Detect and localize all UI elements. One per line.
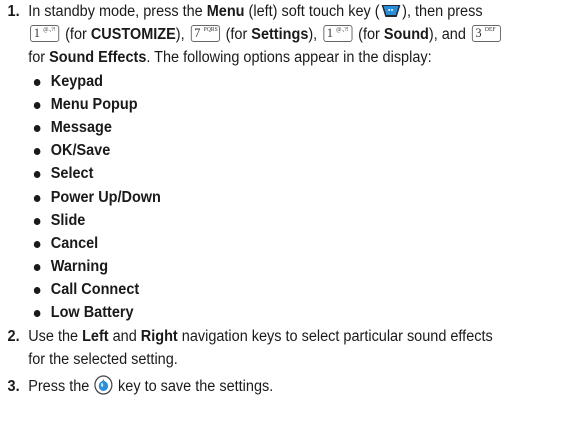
- bullet-icon: [33, 310, 41, 318]
- key-7-icon: 7 PQRS: [190, 25, 220, 43]
- step-2-body: Use the Left and Right navigation keys t…: [28, 325, 569, 371]
- sound-label: Sound: [383, 26, 429, 44]
- bullet-icon: [33, 78, 41, 86]
- left-label: Left: [82, 328, 109, 345]
- step-2-line-2: for the selected setting.: [28, 351, 178, 369]
- list-item: Slide: [28, 209, 569, 232]
- right-label: Right: [140, 328, 178, 345]
- settings-label: Settings: [251, 26, 309, 44]
- step-number: 1.: [7, 3, 20, 20]
- bullet-icon: [33, 194, 41, 202]
- step-number: 3.: [7, 378, 20, 395]
- bullet-icon: [33, 124, 41, 132]
- step-3-body: Press the key to save the settings.: [28, 375, 569, 398]
- bullet-icon: [33, 217, 41, 225]
- customize-label: CUSTOMIZE: [90, 26, 176, 44]
- list-item: Menu Popup: [28, 93, 569, 116]
- list-item: Call Connect: [28, 278, 569, 301]
- instruction-page: 1. In standby mode, press the Menu (left…: [0, 0, 573, 434]
- list-item: Message: [28, 116, 569, 139]
- step-1-body: In standby mode, press the Menu (left) s…: [28, 0, 569, 325]
- key-1-icon: 1 @.,?!: [30, 25, 60, 43]
- step-1-line-1: In standby mode, press the Menu (left) s…: [28, 3, 483, 20]
- list-item: Keypad: [28, 70, 569, 93]
- key-3-icon: 3 DEF: [471, 25, 501, 43]
- list-item: Warning: [28, 255, 569, 278]
- bullet-icon: [33, 148, 41, 156]
- sound-effects-options-list: Keypad Menu Popup Message OK/Save Select…: [28, 70, 569, 325]
- step-1-line-3: for Sound Effects. The following options…: [28, 49, 432, 67]
- bullet-icon: [33, 287, 41, 295]
- ok-key-icon: [94, 375, 113, 395]
- bullet-icon: [33, 171, 41, 179]
- bullet-icon: [33, 101, 41, 109]
- key-1-icon: 1 @.,?!: [323, 25, 353, 43]
- bullet-icon: [33, 240, 41, 248]
- bullet-icon: [33, 264, 41, 272]
- sound-effects-label: Sound Effects: [49, 49, 147, 67]
- list-item: Select: [28, 162, 569, 185]
- step-1-line-2: 1 @.,?! (for CUSTOMIZE), 7 PQRS (for Setti…: [28, 23, 569, 46]
- list-item: Power Up/Down: [28, 186, 569, 209]
- step-number: 2.: [7, 328, 20, 345]
- menu-label: Menu: [206, 3, 245, 20]
- list-item: OK/Save: [28, 139, 569, 162]
- list-item: Cancel: [28, 232, 569, 255]
- step-2-line-1: Use the Left and Right navigation keys t…: [28, 328, 493, 345]
- list-item: Low Battery: [28, 301, 569, 324]
- left-soft-key-icon: [381, 5, 401, 17]
